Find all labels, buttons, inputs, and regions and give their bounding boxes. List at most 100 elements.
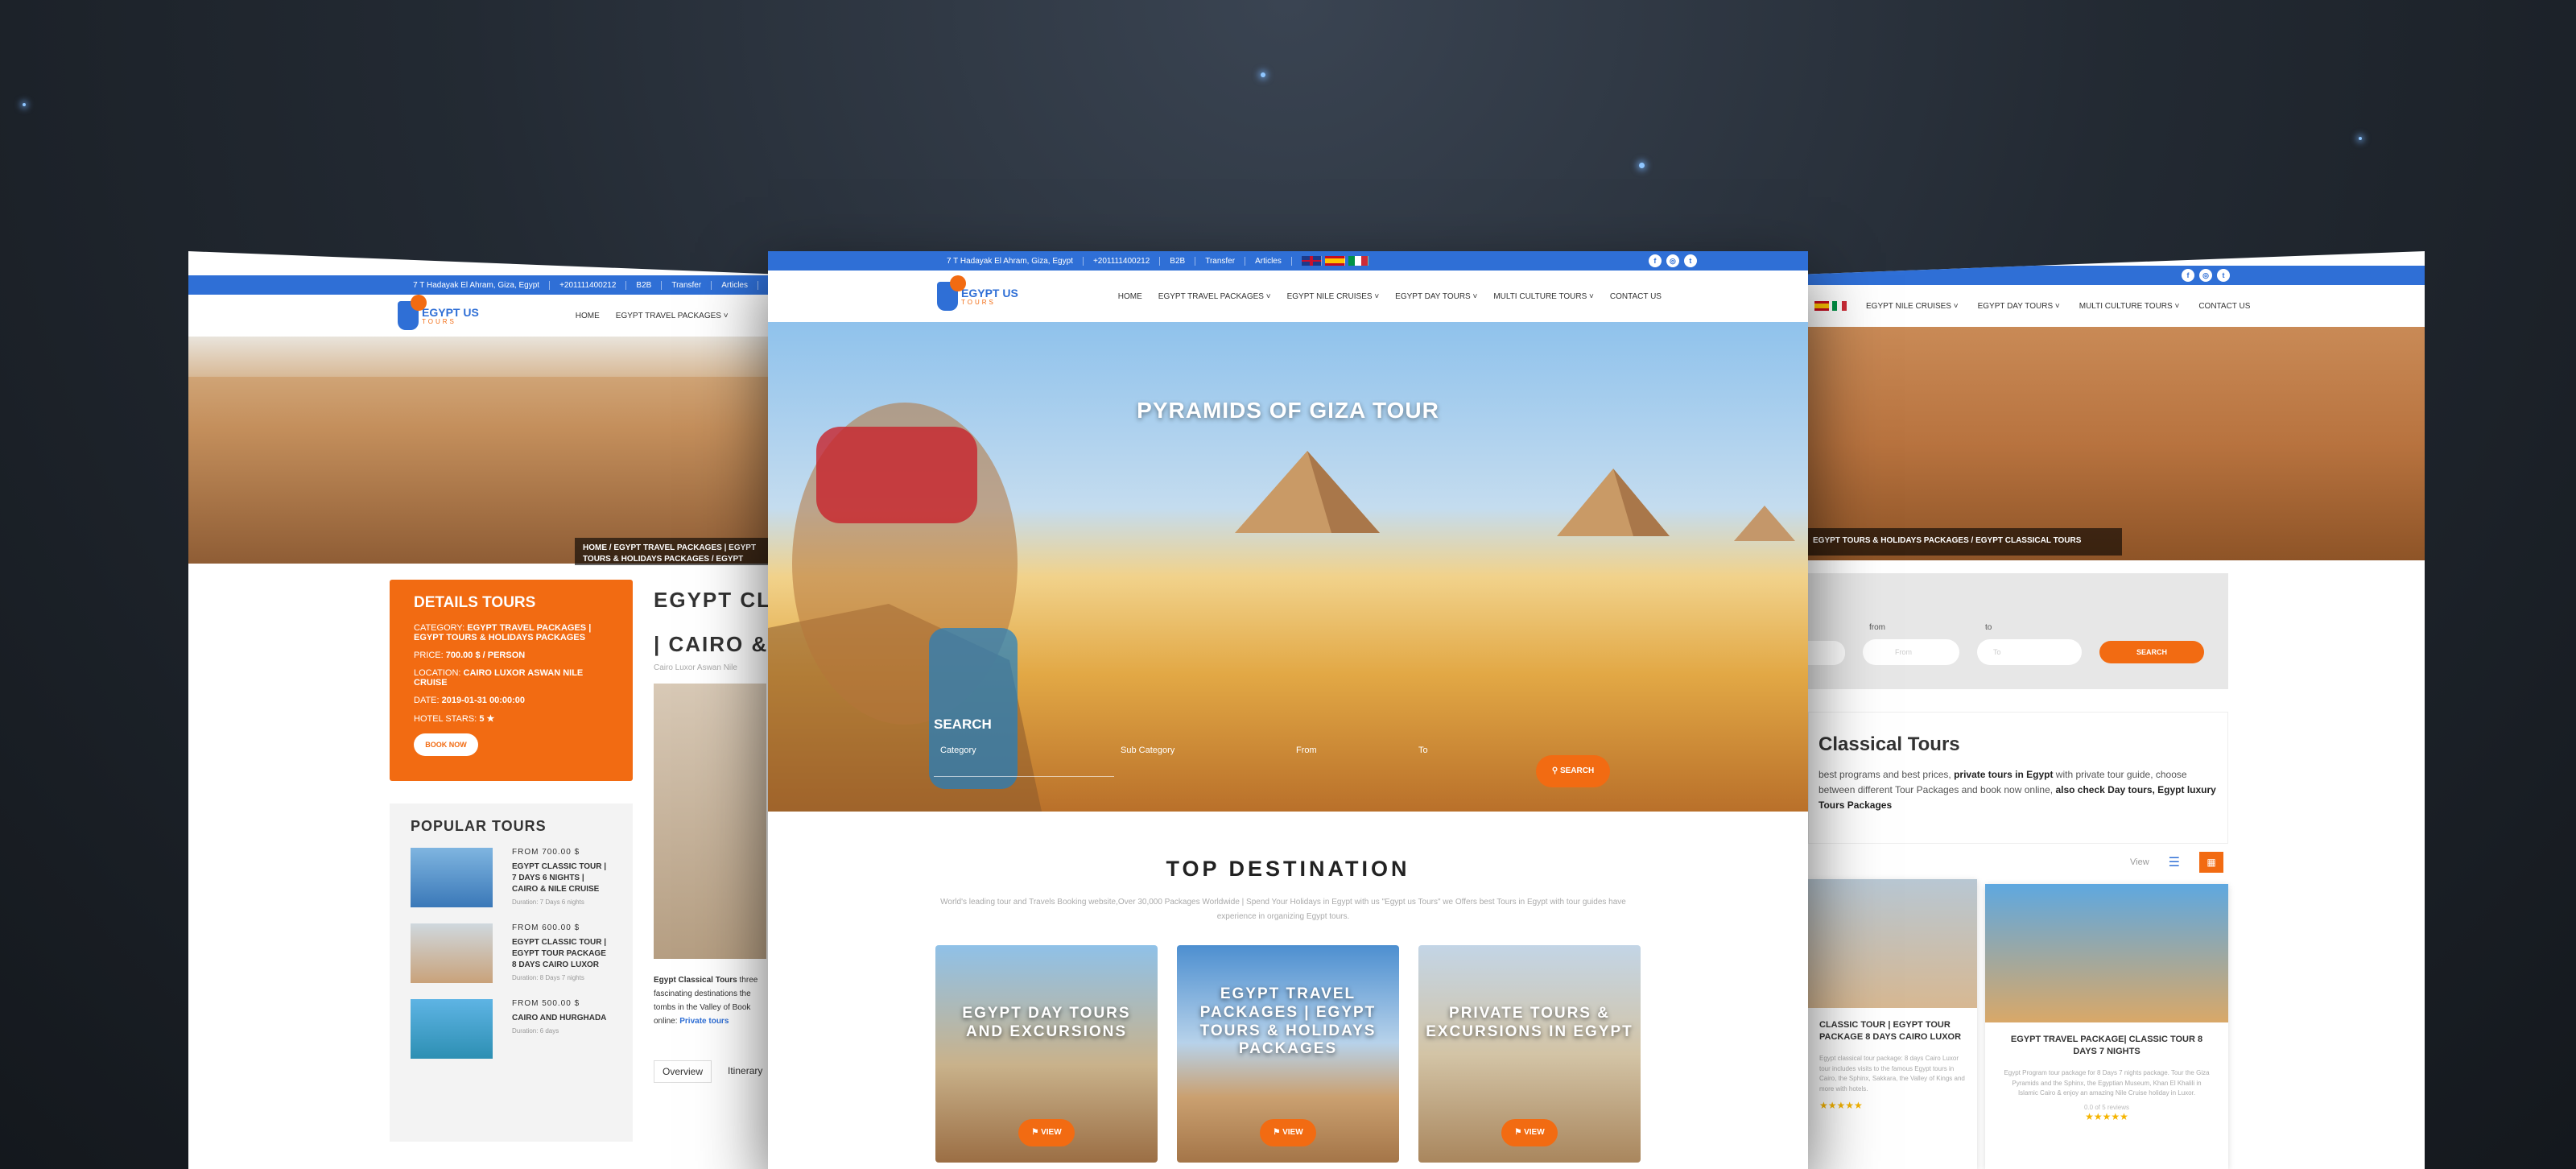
right-card-rating-note: 0.0 of 5 reviews: [2083, 1104, 2130, 1112]
italian-flag-icon[interactable]: [1832, 300, 1847, 311]
left-navbar: EGYPT US TOURS HOME EGYPT TRAVEL PACKAGES…: [188, 295, 774, 337]
menu-egypt-nile-cruises[interactable]: EGYPT NILE CRUISES ˅: [1866, 302, 1959, 311]
list-view-icon[interactable]: ☰: [2169, 854, 2180, 870]
menu-multi-culture-tours[interactable]: MULTI CULTURE TOURS ˅: [2079, 302, 2180, 311]
book-now-button[interactable]: BOOK NOW: [414, 733, 478, 756]
destination-card-day-tours[interactable]: EGYPT DAY TOURS AND EXCURSIONS ⚑ VIEW: [935, 945, 1158, 1163]
instagram-icon[interactable]: ◎: [2199, 269, 2212, 282]
article-link[interactable]: Private tours: [679, 1017, 729, 1026]
twitter-icon[interactable]: t: [1683, 254, 1697, 267]
center-topbar: 7 T Hadayak El Ahram, Giza, Egypt +20111…: [768, 251, 1808, 271]
italian-flag-icon[interactable]: [1348, 256, 1368, 266]
details-price-value: 700.00 $ / PERSON: [445, 651, 526, 660]
menu-egypt-nile-cruises[interactable]: EGYPT NILE CRUISES ˅: [1287, 292, 1380, 301]
topbar-phone[interactable]: +201111400212: [1084, 256, 1161, 266]
right-hero-image: EGYPT TOURS & HOLIDAYS PACKAGES / EGYPT …: [1808, 327, 2425, 560]
right-search-field[interactable]: [1808, 641, 1845, 665]
article-text-bold: Egypt Classical Tours: [654, 976, 737, 985]
left-screenshot: 7 T Hadayak El Ahram, Giza, Egypt +20111…: [188, 251, 774, 1169]
language-flags[interactable]: [1292, 256, 1381, 266]
category-label: Category: [940, 746, 976, 755]
right-tour-card[interactable]: CLASSIC TOUR | EGYPT TOUR PACKAGE 8 DAYS…: [1808, 879, 1977, 1169]
destination-card-view-button[interactable]: ⚑ VIEW: [1018, 1119, 1075, 1146]
tab-itinerary[interactable]: Itinerary: [728, 1060, 762, 1083]
right-search-button[interactable]: SEARCH: [2099, 641, 2204, 663]
destination-card-view-button[interactable]: ⚑ VIEW: [1260, 1119, 1316, 1146]
popular-item[interactable]: FROM 500.00 $ CAIRO AND HURGHADA Duratio…: [411, 999, 612, 1059]
right-section-bold-2: also check: [2055, 784, 2105, 796]
article-title-2: | CAIRO &: [654, 632, 769, 656]
menu-home[interactable]: HOME: [1118, 292, 1142, 301]
search-title: SEARCH: [934, 717, 992, 732]
topbar-b2b[interactable]: B2B: [626, 280, 663, 290]
left-breadcrumb[interactable]: HOME / EGYPT TRAVEL PACKAGES | EGYPT TOU…: [575, 538, 774, 575]
destination-card-travel-packages[interactable]: EGYPT TRAVEL PACKAGES | EGYPT TOURS & HO…: [1177, 945, 1399, 1163]
popular-item[interactable]: FROM 700.00 $ EGYPT CLASSIC TOUR | 7 DAY…: [411, 848, 612, 907]
view-button-label: VIEW: [1524, 1128, 1545, 1137]
popular-item-name[interactable]: EGYPT CLASSIC TOUR | 7 DAYS 6 NIGHTS | C…: [512, 861, 612, 895]
grid-view-icon[interactable]: ▦: [2199, 852, 2223, 873]
menu-egypt-day-tours[interactable]: EGYPT DAY TOURS ˅: [1395, 292, 1477, 301]
menu-contact-us[interactable]: CONTACT US: [2198, 302, 2250, 311]
popular-item-name[interactable]: CAIRO AND HURGHADA: [512, 1013, 606, 1024]
menu-egypt-travel-packages[interactable]: EGYPT TRAVEL PACKAGES ˅: [1158, 292, 1271, 301]
right-flags[interactable]: [1814, 299, 1850, 313]
topbar-address: 7 T Hadayak El Ahram, Giza, Egypt: [937, 256, 1084, 266]
right-topbar: f ◎ t: [1808, 266, 2425, 285]
menu-multi-culture-tours[interactable]: MULTI CULTURE TOURS ˅: [1493, 292, 1594, 301]
site-logo[interactable]: EGYPT US TOURS: [398, 295, 479, 330]
english-flag-icon[interactable]: [1302, 256, 1322, 266]
menu-egypt-travel-packages[interactable]: EGYPT TRAVEL PACKAGES ˅: [616, 312, 729, 320]
topbar-phone[interactable]: +201111400212: [550, 280, 627, 290]
site-logo[interactable]: EGYPT US TOURS: [937, 275, 1018, 311]
right-section-bold-1[interactable]: private tours in Egypt: [1954, 769, 2053, 780]
subcategory-select[interactable]: Sub Category: [1114, 746, 1296, 777]
popular-tours-box: POPULAR TOURS FROM 700.00 $ EGYPT CLASSI…: [390, 803, 633, 1142]
popular-item-name[interactable]: EGYPT CLASSIC TOUR | EGYPT TOUR PACKAGE …: [512, 937, 612, 971]
right-to-input[interactable]: To: [1977, 639, 2082, 665]
twitter-icon[interactable]: t: [2217, 269, 2230, 282]
article-image: [654, 684, 766, 959]
popular-item[interactable]: FROM 600.00 $ EGYPT CLASSIC TOUR | EGYPT…: [411, 923, 612, 983]
details-date-value: 2019-01-31 00:00:00: [441, 696, 525, 705]
facebook-icon[interactable]: f: [1648, 254, 1662, 267]
star-dot: [23, 103, 26, 106]
right-breadcrumb[interactable]: EGYPT TOURS & HOLIDAYS PACKAGES / EGYPT …: [1808, 528, 2122, 556]
menu-egypt-day-tours[interactable]: EGYPT DAY TOURS ˅: [1978, 302, 2060, 311]
tab-overview[interactable]: Overview: [654, 1060, 712, 1083]
flag-icon: ⚑: [1031, 1128, 1039, 1137]
facebook-icon[interactable]: f: [2182, 269, 2194, 282]
popular-item-meta: Duration: 8 Days 7 nights: [512, 974, 584, 981]
right-card-title[interactable]: EGYPT TRAVEL PACKAGE| CLASSIC TOUR 8 DAY…: [1985, 1022, 2228, 1064]
topbar-transfer[interactable]: Transfer: [1195, 256, 1246, 266]
menu-home[interactable]: HOME: [576, 312, 600, 320]
topbar-articles[interactable]: Articles: [712, 280, 758, 290]
center-navbar: EGYPT US TOURS HOME EGYPT TRAVEL PACKAGES…: [768, 271, 1808, 322]
left-hero-image: HOME / EGYPT TRAVEL PACKAGES | EGYPT TOU…: [188, 337, 774, 575]
topbar-articles[interactable]: Articles: [1245, 256, 1292, 266]
menu-contact-us[interactable]: CONTACT US: [1610, 292, 1662, 301]
spanish-flag-icon[interactable]: [1324, 256, 1345, 266]
topbar-b2b[interactable]: B2B: [1160, 256, 1196, 266]
hero-search-button-label: SEARCH: [1559, 766, 1595, 775]
topbar-address: 7 T Hadayak El Ahram, Giza, Egypt: [403, 280, 551, 290]
topbar-transfer[interactable]: Transfer: [662, 280, 712, 290]
right-from-input[interactable]: From: [1863, 639, 1959, 665]
popular-item-price: FROM 500.00 $: [512, 999, 580, 1008]
destination-card-private-tours[interactable]: PRIVATE TOURS & EXCURSIONS IN EGYPT ⚑ VI…: [1418, 945, 1641, 1163]
center-screenshot: 7 T Hadayak El Ahram, Giza, Egypt +20111…: [768, 251, 1808, 1169]
right-card-title[interactable]: CLASSIC TOUR | EGYPT TOUR PACKAGE 8 DAYS…: [1808, 1008, 1977, 1049]
right-card-image: [1985, 884, 2228, 1022]
popular-item-thumb: [411, 848, 493, 907]
spanish-flag-icon[interactable]: [1814, 300, 1829, 311]
destination-card-view-button[interactable]: ⚑ VIEW: [1501, 1119, 1558, 1146]
to-input[interactable]: To: [1418, 746, 1539, 777]
instagram-icon[interactable]: ◎: [1666, 254, 1679, 267]
popular-title: POPULAR TOURS: [411, 818, 547, 834]
destination-card-title: EGYPT DAY TOURS AND EXCURSIONS: [962, 1005, 1131, 1040]
logo-name: EGYPT US: [961, 286, 1018, 299]
hero-search-button[interactable]: ⚲ SEARCH: [1536, 755, 1610, 787]
category-select[interactable]: Category: [934, 746, 1114, 777]
from-input[interactable]: From: [1296, 746, 1418, 777]
right-tour-card[interactable]: EGYPT TRAVEL PACKAGE| CLASSIC TOUR 8 DAY…: [1985, 884, 2228, 1169]
